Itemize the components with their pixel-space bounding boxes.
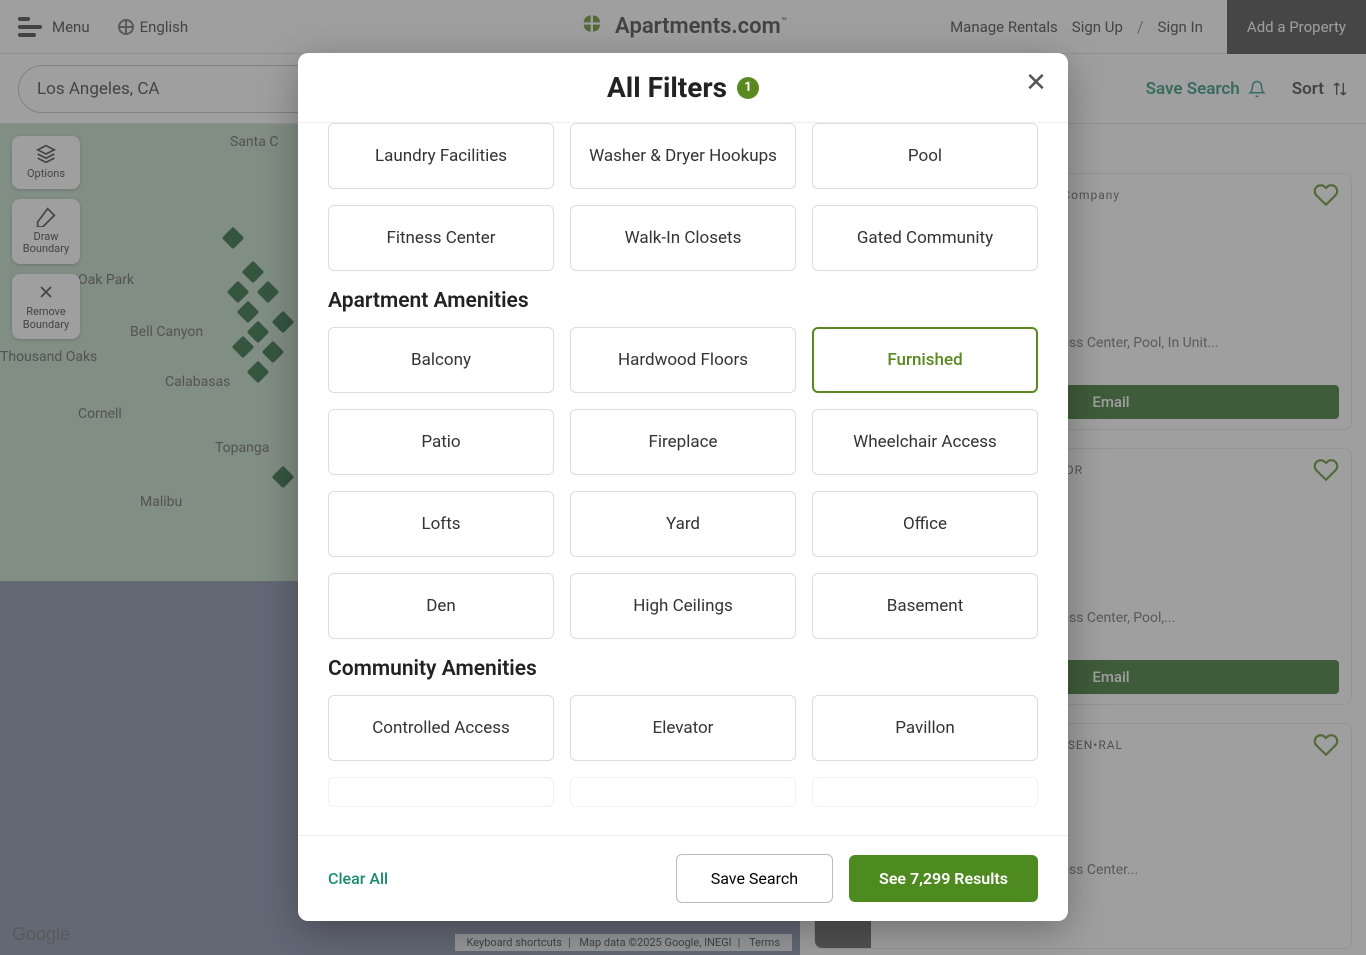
clear-all-button[interactable]: Clear All bbox=[328, 869, 388, 888]
amenity-fireplace[interactable]: Fireplace bbox=[570, 409, 796, 475]
amenity-lofts[interactable]: Lofts bbox=[328, 491, 554, 557]
apartment-amenities-grid: Balcony Hardwood Floors Furnished Patio … bbox=[328, 327, 1038, 639]
amenity-placeholder[interactable] bbox=[812, 777, 1038, 807]
amenity-furnished[interactable]: Furnished bbox=[812, 327, 1038, 393]
amenity-gated[interactable]: Gated Community bbox=[812, 205, 1038, 271]
modal-header: All Filters 1 ✕ bbox=[298, 53, 1068, 123]
modal-close-button[interactable]: ✕ bbox=[1018, 65, 1054, 101]
community-amenities-heading: Community Amenities bbox=[328, 657, 1038, 681]
community-amenities-grid: Controlled Access Elevator Pavillon bbox=[328, 695, 1038, 807]
amenity-wheelchair[interactable]: Wheelchair Access bbox=[812, 409, 1038, 475]
apartment-amenities-heading: Apartment Amenities bbox=[328, 289, 1038, 313]
amenity-placeholder[interactable] bbox=[328, 777, 554, 807]
filter-count-badge: 1 bbox=[737, 77, 759, 99]
amenity-fitness[interactable]: Fitness Center bbox=[328, 205, 554, 271]
amenity-controlled-access[interactable]: Controlled Access bbox=[328, 695, 554, 761]
modal-save-search-button[interactable]: Save Search bbox=[676, 854, 833, 903]
amenity-office[interactable]: Office bbox=[812, 491, 1038, 557]
amenity-pavillon[interactable]: Pavillon bbox=[812, 695, 1038, 761]
property-amenities-grid: Laundry Facilities Washer & Dryer Hookup… bbox=[328, 123, 1038, 271]
amenity-basement[interactable]: Basement bbox=[812, 573, 1038, 639]
amenity-placeholder[interactable] bbox=[570, 777, 796, 807]
modal-footer: Clear All Save Search See 7,299 Results bbox=[298, 835, 1068, 921]
amenity-laundry[interactable]: Laundry Facilities bbox=[328, 123, 554, 189]
amenity-pool[interactable]: Pool bbox=[812, 123, 1038, 189]
modal-title-text: All Filters bbox=[607, 71, 727, 104]
amenity-hardwood[interactable]: Hardwood Floors bbox=[570, 327, 796, 393]
amenity-walkin-closets[interactable]: Walk-In Closets bbox=[570, 205, 796, 271]
amenity-patio[interactable]: Patio bbox=[328, 409, 554, 475]
filters-modal: All Filters 1 ✕ Laundry Facilities Washe… bbox=[298, 53, 1068, 921]
amenity-balcony[interactable]: Balcony bbox=[328, 327, 554, 393]
amenity-elevator[interactable]: Elevator bbox=[570, 695, 796, 761]
amenity-den[interactable]: Den bbox=[328, 573, 554, 639]
amenity-yard[interactable]: Yard bbox=[570, 491, 796, 557]
amenity-high-ceilings[interactable]: High Ceilings bbox=[570, 573, 796, 639]
modal-body[interactable]: Laundry Facilities Washer & Dryer Hookup… bbox=[298, 123, 1068, 835]
see-results-button[interactable]: See 7,299 Results bbox=[849, 855, 1038, 902]
amenity-washer-hookups[interactable]: Washer & Dryer Hookups bbox=[570, 123, 796, 189]
